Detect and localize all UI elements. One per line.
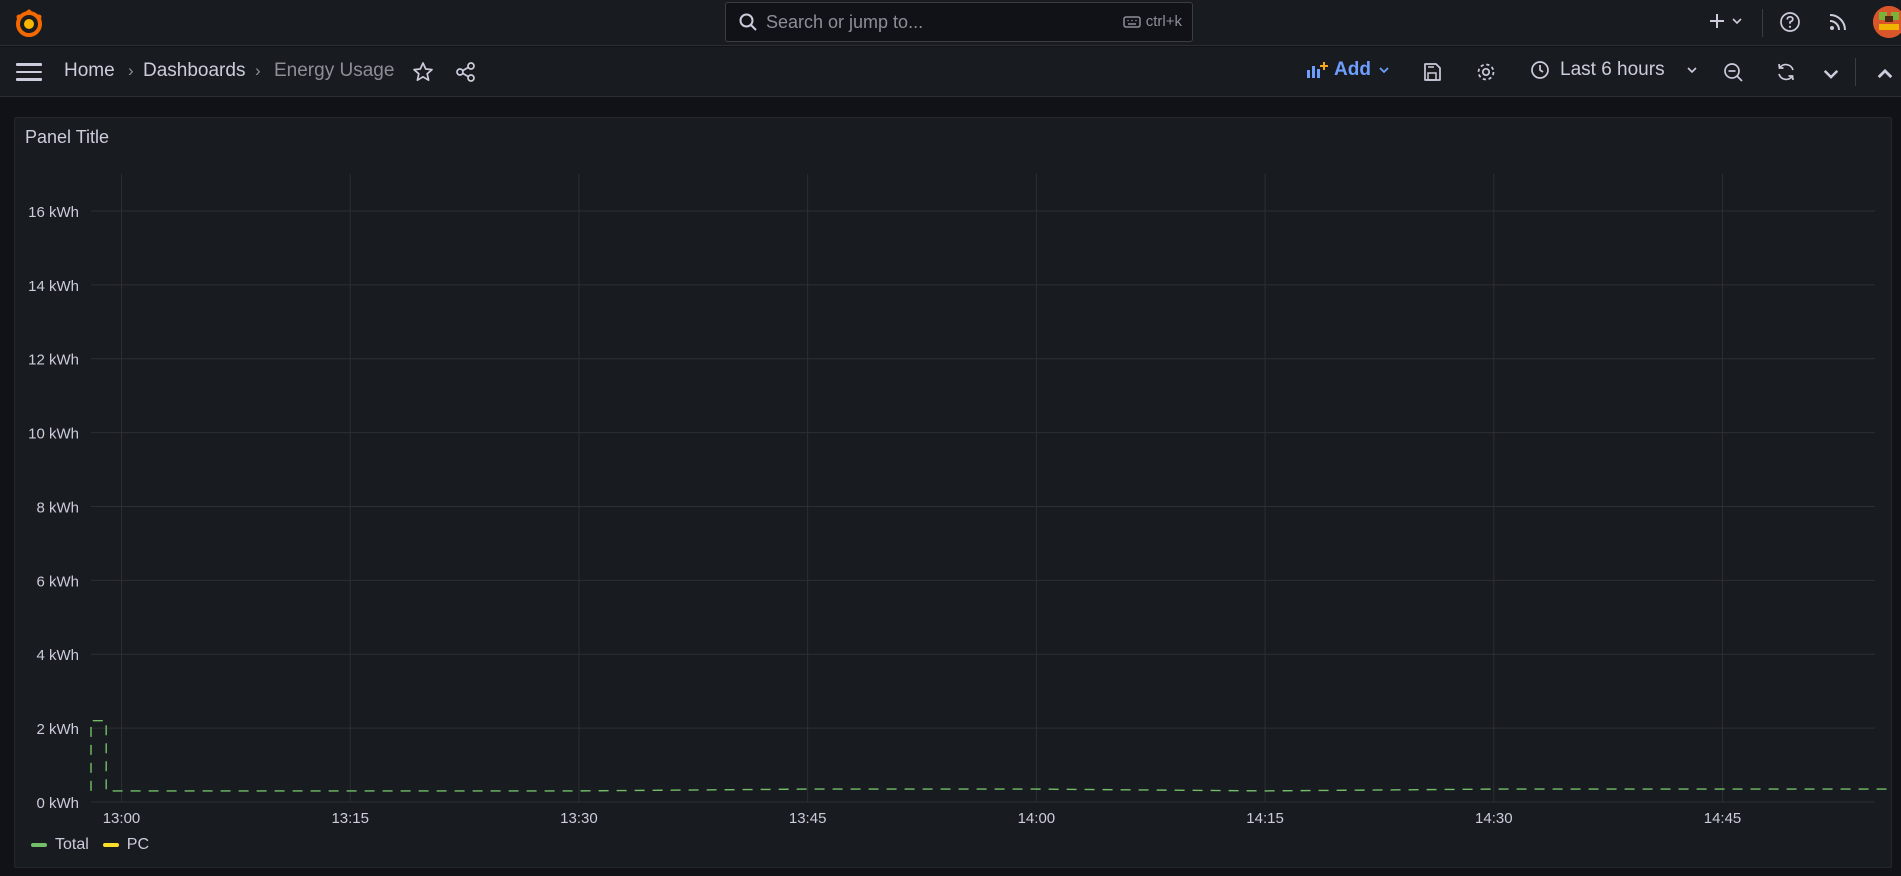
y-axis: 0 kWh 2 kWh 4 kWh 6 kWh 8 kWh 10 kWh 12 kWh 14 … bbox=[28, 204, 79, 812]
chevron-down-icon bbox=[1379, 67, 1389, 74]
settings-gear-icon[interactable] bbox=[1475, 61, 1497, 83]
keyboard-shortcut: ctrl+k bbox=[1122, 13, 1182, 30]
legend-item-total[interactable]: Total bbox=[31, 836, 89, 854]
legend-swatch-total bbox=[31, 843, 47, 847]
zoom-out-icon[interactable] bbox=[1722, 61, 1744, 83]
y-tick-label: 4 kWh bbox=[36, 647, 79, 664]
shortcut-label: ctrl+k bbox=[1145, 13, 1182, 30]
new-menu-button[interactable] bbox=[1706, 10, 1744, 32]
refresh-interval-chevron-down-icon[interactable] bbox=[1820, 63, 1842, 85]
y-tick-label: 8 kWh bbox=[36, 499, 79, 516]
add-button-label: Add bbox=[1334, 59, 1371, 80]
menu-toggle-button[interactable] bbox=[16, 63, 42, 81]
x-tick-label: 14:30 bbox=[1475, 810, 1513, 826]
search-placeholder: Search or jump to... bbox=[766, 11, 924, 32]
x-tick-label: 13:45 bbox=[789, 810, 827, 826]
x-tick-label: 13:00 bbox=[103, 810, 141, 826]
search-icon bbox=[739, 13, 757, 31]
series-layer bbox=[90, 241, 1893, 792]
y-tick-label: 12 kWh bbox=[28, 352, 79, 369]
time-range-picker[interactable]: Last 6 hours bbox=[1530, 59, 1699, 81]
save-icon[interactable] bbox=[1421, 61, 1443, 83]
x-axis: 13:00 13:15 13:30 13:45 14:00 14:15 14:30 14:45… bbox=[103, 810, 1742, 826]
avatar-image bbox=[1873, 6, 1901, 38]
news-rss-icon[interactable] bbox=[1828, 12, 1848, 32]
y-tick-label: 2 kWh bbox=[36, 721, 79, 738]
grafana-logo-icon[interactable] bbox=[14, 8, 44, 38]
chart-grid bbox=[91, 174, 1875, 803]
y-tick-label: 6 kWh bbox=[36, 573, 79, 590]
breadcrumb-separator-icon: › bbox=[255, 61, 261, 80]
x-tick-label: 14:45 bbox=[1704, 810, 1742, 826]
clock-icon bbox=[1531, 61, 1549, 79]
legend-swatch-pc bbox=[102, 843, 119, 847]
breadcrumb-home[interactable]: Home bbox=[64, 60, 115, 82]
top-bar: Search or jump to... ctrl+k bbox=[0, 0, 1901, 46]
add-button[interactable]: Add bbox=[1306, 59, 1391, 81]
breadcrumb-current: Energy Usage bbox=[274, 60, 395, 81]
y-tick-label: 14 kWh bbox=[28, 278, 79, 295]
legend-label-pc: PC bbox=[126, 836, 150, 853]
x-tick-label: 14:15 bbox=[1246, 810, 1284, 826]
divider bbox=[1855, 58, 1856, 86]
help-icon[interactable] bbox=[1779, 11, 1801, 33]
time-series-panel[interactable]: Panel Title 0 kWh 2 kWh 4 kWh 6 kWh 8 kWh 10 … bbox=[14, 117, 1893, 868]
add-panel-icon bbox=[1307, 62, 1328, 78]
breadcrumb-separator-icon: › bbox=[128, 61, 134, 80]
legend-item-pc[interactable]: PC bbox=[102, 836, 150, 854]
divider bbox=[1762, 9, 1763, 37]
energy-chart[interactable]: 0 kWh 2 kWh 4 kWh 6 kWh 8 kWh 10 kWh 12 kWh 14 … bbox=[15, 118, 1893, 826]
y-tick-label: 0 kWh bbox=[36, 795, 79, 812]
legend-label-total: Total bbox=[55, 836, 89, 853]
y-tick-label: 16 kWh bbox=[28, 204, 79, 221]
keyboard-icon bbox=[1122, 15, 1141, 28]
x-tick-label: 14:00 bbox=[1018, 810, 1056, 826]
time-range-label: Last 6 hours bbox=[1560, 59, 1665, 80]
dashboard-nav-bar: Home › Dashboards › Energy Usage Add Las… bbox=[0, 47, 1901, 97]
breadcrumb-dashboards[interactable]: Dashboards bbox=[143, 60, 245, 82]
user-avatar[interactable] bbox=[1873, 6, 1901, 38]
refresh-icon[interactable] bbox=[1775, 61, 1797, 83]
x-tick-label: 13:30 bbox=[560, 810, 598, 826]
plus-icon bbox=[1710, 14, 1724, 28]
chevron-down-icon bbox=[1687, 67, 1697, 74]
search-bar[interactable]: Search or jump to... ctrl+k bbox=[725, 2, 1193, 42]
chart-legend: Total PC bbox=[31, 836, 149, 854]
share-icon[interactable] bbox=[455, 61, 477, 83]
x-tick-label: 13:15 bbox=[331, 810, 369, 826]
series-line-total[interactable] bbox=[90, 241, 1893, 792]
collapse-chevron-up-icon[interactable] bbox=[1874, 63, 1896, 85]
chevron-down-icon bbox=[1732, 18, 1742, 25]
star-icon[interactable] bbox=[412, 61, 434, 83]
y-tick-label: 10 kWh bbox=[28, 426, 79, 443]
